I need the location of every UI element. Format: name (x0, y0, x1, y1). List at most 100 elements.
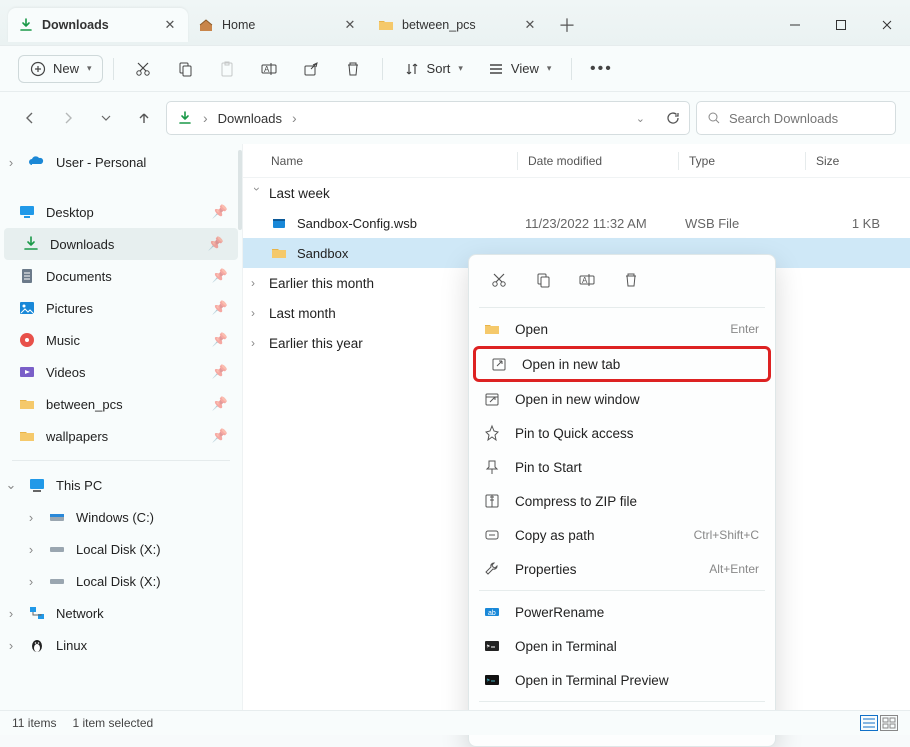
new-button[interactable]: New ▾ (18, 55, 103, 83)
sidebar-item-music[interactable]: Music 📌 (0, 324, 242, 356)
sidebar-item-between-pcs[interactable]: between_pcs 📌 (0, 388, 242, 420)
address-row: › Downloads › ⌄ (0, 92, 910, 144)
linux-icon (28, 636, 46, 654)
tab-between-pcs[interactable]: between_pcs ✕ (368, 8, 548, 42)
group-last-week[interactable]: › Last week (243, 178, 910, 208)
close-button[interactable] (864, 8, 910, 42)
back-button[interactable] (14, 102, 46, 134)
zip-icon (483, 492, 501, 510)
sidebar-label: User - Personal (56, 155, 146, 170)
new-label: New (53, 61, 79, 76)
delete-button[interactable] (613, 265, 649, 295)
sidebar-item-network[interactable]: › Network (0, 597, 242, 629)
details-layout-button[interactable] (860, 715, 878, 731)
navigation-pane[interactable]: › User - Personal Desktop 📌 Downloads 📌 … (0, 144, 243, 710)
recent-button[interactable] (90, 102, 122, 134)
refresh-button[interactable] (665, 110, 681, 126)
sidebar-label: between_pcs (46, 397, 123, 412)
new-tab-button[interactable]: ＋ (552, 10, 582, 40)
music-icon (18, 331, 36, 349)
breadcrumb-segment[interactable]: Downloads (218, 111, 282, 126)
tab-strip: Downloads ✕ Home ✕ between_pcs ✕ ＋ (8, 8, 772, 42)
close-icon[interactable]: ✕ (342, 17, 358, 33)
chevron-down-icon[interactable]: ⌄ (636, 112, 645, 125)
context-powerrename[interactable]: ab PowerRename (469, 595, 775, 629)
pc-icon (28, 476, 46, 494)
search-input[interactable] (729, 111, 885, 126)
file-type: WSB File (685, 216, 801, 231)
sort-icon (403, 60, 421, 78)
sidebar-label: Desktop (46, 205, 94, 220)
file-date: 11/23/2022 11:32 AM (525, 216, 685, 231)
cut-button[interactable] (124, 54, 162, 84)
chevron-right-icon: › (24, 574, 38, 589)
maximize-button[interactable] (818, 8, 864, 42)
column-name[interactable]: Name (271, 154, 517, 168)
sidebar-item-personal[interactable]: › User - Personal (0, 146, 242, 178)
sidebar-item-drive-c[interactable]: › Windows (C:) (0, 501, 242, 533)
layout-toggle (860, 715, 898, 731)
column-size[interactable]: Size (816, 154, 910, 168)
sidebar-item-drive-x1[interactable]: › Local Disk (X:) (0, 533, 242, 565)
tab-downloads[interactable]: Downloads ✕ (8, 8, 188, 42)
sidebar-item-drive-x2[interactable]: › Local Disk (X:) (0, 565, 242, 597)
sidebar-item-videos[interactable]: Videos 📌 (0, 356, 242, 388)
context-pin-start[interactable]: Pin to Start (469, 450, 775, 484)
context-open-new-tab[interactable]: Open in new tab (473, 346, 771, 382)
context-open-new-window[interactable]: Open in new window (469, 382, 775, 416)
up-button[interactable] (128, 102, 160, 134)
tab-home[interactable]: Home ✕ (188, 8, 368, 42)
close-icon[interactable]: ✕ (162, 17, 178, 33)
svg-text:A: A (582, 276, 588, 285)
open-tab-icon (490, 355, 508, 373)
minimize-button[interactable] (772, 8, 818, 42)
column-type[interactable]: Type (689, 154, 805, 168)
chevron-right-icon: › (251, 306, 263, 320)
column-date[interactable]: ⌄Date modified (528, 154, 678, 168)
pin-icon (483, 424, 501, 442)
trash-icon (344, 60, 362, 78)
rename-button[interactable]: A (569, 265, 605, 295)
context-open-terminal[interactable]: Open in Terminal (469, 629, 775, 663)
context-open[interactable]: Open Enter (469, 312, 775, 346)
context-pin-quick-access[interactable]: Pin to Quick access (469, 416, 775, 450)
download-icon (177, 110, 193, 126)
sidebar-item-thispc[interactable]: ⌄ This PC (0, 469, 242, 501)
open-window-icon (483, 390, 501, 408)
forward-button[interactable] (52, 102, 84, 134)
view-button[interactable]: View ▾ (477, 54, 561, 84)
sidebar-label: Documents (46, 269, 112, 284)
rename-button[interactable]: A (250, 54, 288, 84)
sidebar-item-documents[interactable]: Documents 📌 (0, 260, 242, 292)
file-row-wsb[interactable]: Sandbox-Config.wsb 11/23/2022 11:32 AM W… (243, 208, 910, 238)
sidebar-item-desktop[interactable]: Desktop 📌 (0, 196, 242, 228)
download-icon (22, 235, 40, 253)
chevron-right-icon: › (203, 110, 208, 126)
drive-icon (48, 572, 66, 590)
context-open-terminal-preview[interactable]: Open in Terminal Preview (469, 663, 775, 697)
search-icon (707, 111, 721, 125)
cut-icon (134, 60, 152, 78)
thumbnails-layout-button[interactable] (880, 715, 898, 731)
sidebar-label: Network (56, 606, 104, 621)
sidebar-item-wallpapers[interactable]: wallpapers 📌 (0, 420, 242, 452)
cut-button[interactable] (481, 265, 517, 295)
delete-button[interactable] (334, 54, 372, 84)
wsb-file-icon (269, 213, 289, 233)
sidebar-item-pictures[interactable]: Pictures 📌 (0, 292, 242, 324)
context-properties[interactable]: Properties Alt+Enter (469, 552, 775, 586)
search-box[interactable] (696, 101, 896, 135)
sidebar-item-linux[interactable]: › Linux (0, 629, 242, 661)
close-icon[interactable]: ✕ (522, 17, 538, 33)
address-bar[interactable]: › Downloads › ⌄ (166, 101, 690, 135)
share-button[interactable] (292, 54, 330, 84)
more-button[interactable]: ••• (582, 54, 620, 84)
sort-button[interactable]: Sort ▾ (393, 54, 473, 84)
sidebar-item-downloads[interactable]: Downloads 📌 (4, 228, 238, 260)
copy-button[interactable] (525, 265, 561, 295)
context-copy-path[interactable]: Copy as path Ctrl+Shift+C (469, 518, 775, 552)
paste-button[interactable] (208, 54, 246, 84)
drive-icon (48, 508, 66, 526)
copy-button[interactable] (166, 54, 204, 84)
context-compress-zip[interactable]: Compress to ZIP file (469, 484, 775, 518)
